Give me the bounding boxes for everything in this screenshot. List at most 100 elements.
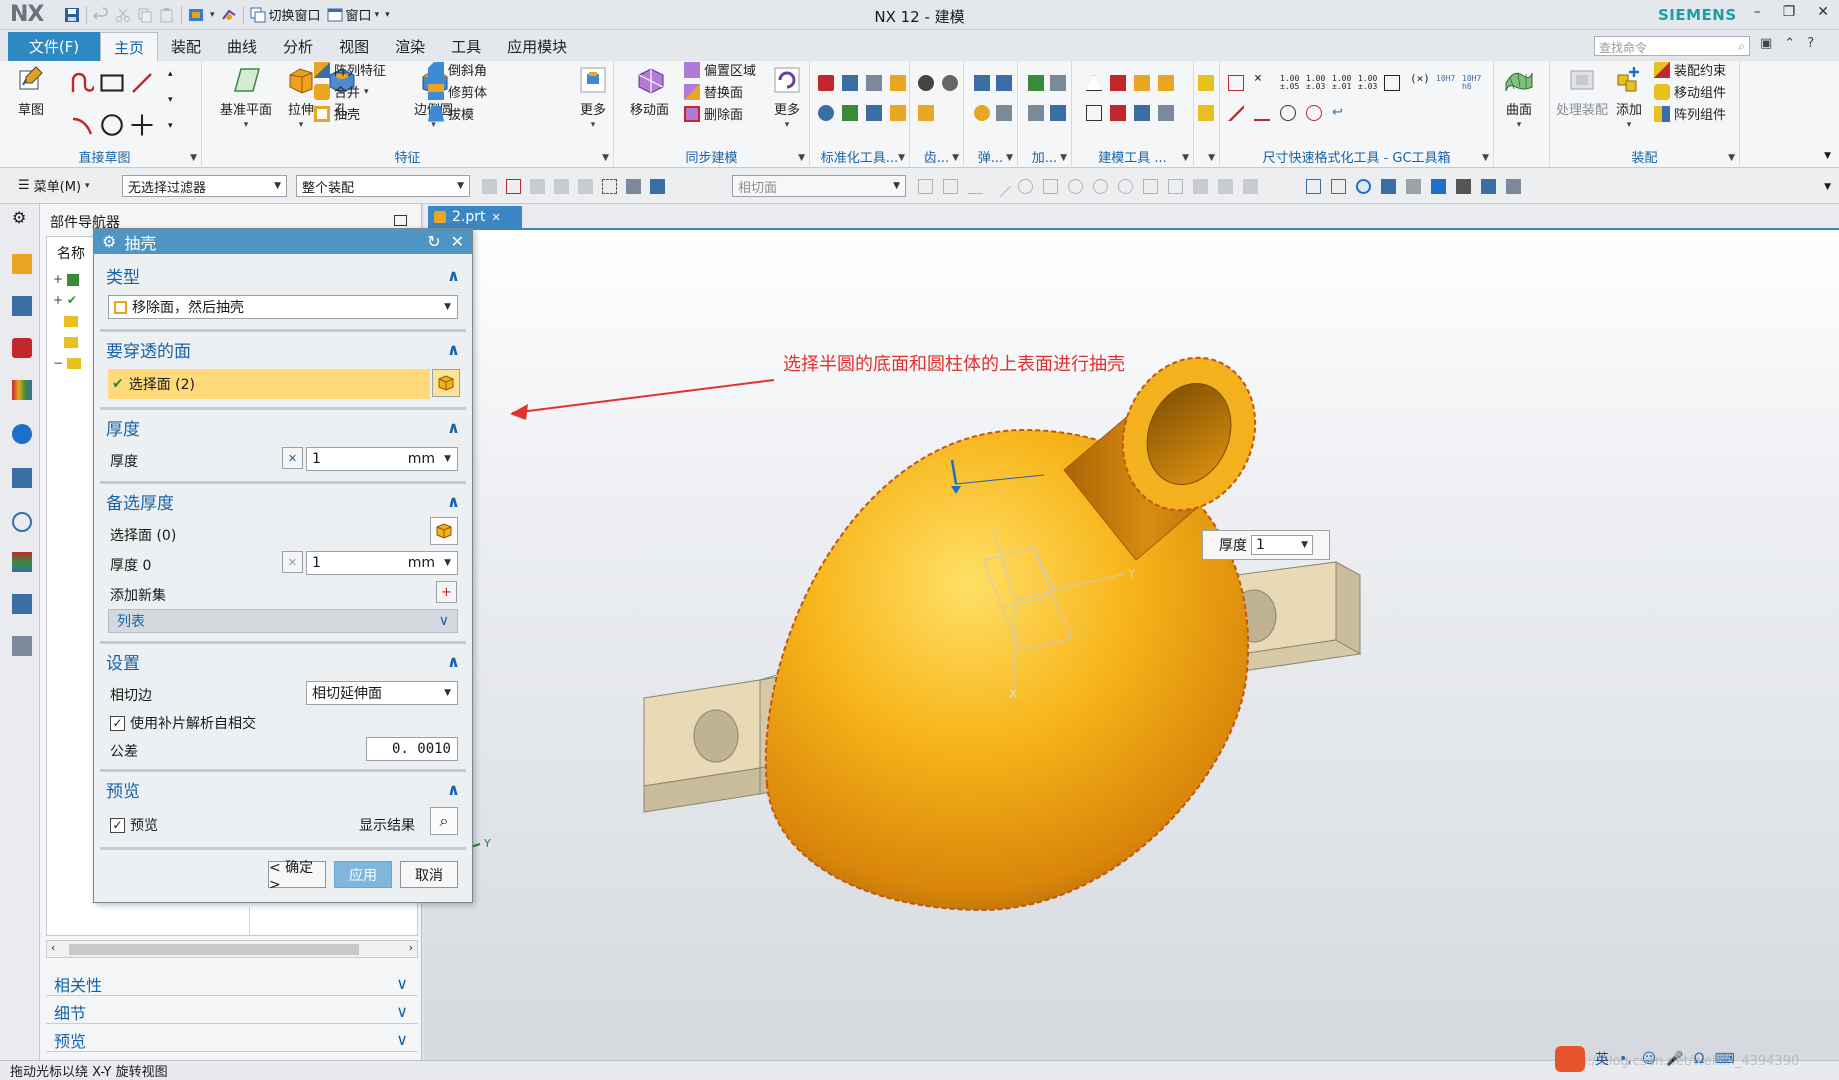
feature-more-button[interactable]: 更多 ▾ <box>578 65 608 130</box>
alt-thickness-input[interactable]: 1 mm ▼ <box>306 551 458 575</box>
cancel-button[interactable]: 取消 <box>400 861 458 888</box>
list-expander[interactable]: 列表 ∨ <box>108 609 458 633</box>
ribbon-overflow-icon[interactable]: ▼ <box>1824 151 1831 161</box>
std-tool-icon[interactable] <box>818 75 834 91</box>
unite-button[interactable]: 合并 ▾ <box>314 82 369 101</box>
ok-button[interactable]: < 确定 > <box>268 860 326 893</box>
tab-file[interactable]: 文件(F) <box>8 32 100 61</box>
filter-tool-icon[interactable] <box>482 179 497 194</box>
copy-icon[interactable] <box>137 7 153 23</box>
ime-voice-icon[interactable]: 🎤 <box>1666 1051 1683 1067</box>
model-tool-icon[interactable] <box>1134 75 1150 91</box>
select-body-icon[interactable] <box>626 179 641 194</box>
model-tool-icon[interactable] <box>1086 105 1102 121</box>
add-tool-icon[interactable] <box>1050 75 1066 91</box>
dim-tool-icon[interactable] <box>1228 105 1244 121</box>
history-icon[interactable] <box>12 512 32 532</box>
section-type[interactable]: 类型 ∧ <box>100 261 466 289</box>
window-menu-button[interactable]: 窗口 ▾ <box>327 5 379 24</box>
face-rule-select[interactable]: 相切面 ▼ <box>732 175 906 197</box>
roles-icon[interactable] <box>12 636 32 656</box>
close-icon[interactable]: ✕ <box>1817 4 1829 20</box>
tree-node[interactable] <box>53 332 81 353</box>
hd3d-tools-icon[interactable] <box>12 424 32 444</box>
tab-part-file[interactable]: 2.prt ✕ <box>428 206 522 228</box>
dim-tool-icon[interactable]: ↩ <box>1332 105 1348 121</box>
preview-panel[interactable]: 预览 ∨ <box>46 1028 418 1052</box>
dim-tool-icon[interactable] <box>1384 75 1400 91</box>
edit-section-icon[interactable] <box>1456 179 1471 194</box>
snap-tool-icon[interactable] <box>1218 179 1233 194</box>
model-viewport[interactable]: Y X Y Z X <box>424 230 1839 1060</box>
group-menu-icon[interactable]: ▼ <box>898 153 905 163</box>
snap-view-icon[interactable] <box>1506 179 1521 194</box>
main-menu-button[interactable]: ☰ 菜单(M) ▾ <box>18 176 90 195</box>
spring-tool-icon[interactable] <box>996 105 1012 121</box>
dim-tool-icon[interactable] <box>1254 105 1270 121</box>
onscreen-thickness-input[interactable]: 1 ▼ <box>1251 535 1313 555</box>
gallery-more-icon[interactable]: ▾ <box>168 121 173 131</box>
std-tool-icon[interactable] <box>842 105 858 121</box>
model-tool-icon[interactable] <box>1158 105 1174 121</box>
resource-bar-settings-icon[interactable]: ⚙ <box>12 208 32 228</box>
std-tool-icon[interactable] <box>818 105 834 121</box>
std-tool-icon[interactable] <box>890 75 906 91</box>
draft-button[interactable]: 拔模 <box>428 104 474 123</box>
scroll-right-icon[interactable]: › <box>409 941 413 954</box>
tolerance-input[interactable]: 0. 0010 <box>366 737 458 761</box>
group-menu-icon[interactable]: ▼ <box>798 153 805 163</box>
snap-tool-icon[interactable] <box>1068 179 1083 194</box>
select-face-icon[interactable] <box>650 179 665 194</box>
shell-button[interactable]: 抽壳 <box>314 104 360 123</box>
tab-home[interactable]: 主页 <box>100 32 159 61</box>
tab-assembly[interactable]: 装配 <box>158 32 214 61</box>
pattern-component-button[interactable]: 阵列组件 <box>1654 104 1726 123</box>
tangent-edges-select[interactable]: 相切延伸面 ▼ <box>306 681 458 705</box>
dim-tool-icon[interactable] <box>1280 105 1296 121</box>
ime-language[interactable]: 英 <box>1595 1049 1609 1069</box>
maximize-navigator-icon[interactable] <box>394 215 407 226</box>
std-tool-icon[interactable] <box>842 75 858 91</box>
tree-node[interactable] <box>53 311 81 332</box>
move-component-button[interactable]: 移动组件 <box>1654 82 1726 101</box>
dim-tool-icon[interactable]: 1.00 ±.01 <box>1332 75 1351 91</box>
part-navigator-icon[interactable] <box>12 338 32 358</box>
gear-tool-icon[interactable] <box>942 75 958 91</box>
dim-tool-icon[interactable]: 10H7 h6 <box>1462 75 1481 91</box>
datum-plane-button[interactable]: 基准平面 ▾ <box>220 65 272 130</box>
scroll-left-icon[interactable]: ‹ <box>51 941 55 954</box>
process-assembly-button[interactable]: 处理装配 <box>1550 65 1614 118</box>
group-menu-icon[interactable]: ▼ <box>952 153 959 163</box>
misc-tool-icon[interactable] <box>1198 75 1214 91</box>
group-menu-icon[interactable]: ▼ <box>602 153 609 163</box>
filter-tool-icon[interactable] <box>578 179 593 194</box>
snap-tool-icon[interactable] <box>1018 179 1033 194</box>
formula-icon[interactable]: ✕ <box>282 447 303 469</box>
zoom-icon[interactable] <box>1331 179 1346 194</box>
spring-tool-icon[interactable] <box>974 105 990 121</box>
group-menu-icon[interactable]: ▼ <box>1208 153 1215 163</box>
line-icon[interactable] <box>130 71 154 95</box>
select-feature-icon[interactable] <box>506 179 521 194</box>
close-tab-icon[interactable]: ✕ <box>492 211 501 224</box>
select-face-row[interactable]: ✔ 选择面 (2) <box>108 369 430 399</box>
fit-view-icon[interactable] <box>1306 179 1321 194</box>
switch-window-button[interactable]: 切换窗口 <box>250 5 321 24</box>
patch-self-intersect-checkbox[interactable]: ✓ 使用补片解析自相交 <box>110 713 256 733</box>
snap-tool-icon[interactable] <box>1193 179 1208 194</box>
offset-region-button[interactable]: 偏置区域 <box>684 60 756 79</box>
restore-icon[interactable]: ❐ <box>1783 4 1796 20</box>
cut-icon[interactable] <box>115 7 131 23</box>
sketch-button[interactable]: 草图 <box>16 65 46 118</box>
snap-tool-icon[interactable] <box>1118 179 1133 194</box>
snap-tool-icon[interactable] <box>1043 179 1058 194</box>
section-faces-to-pierce[interactable]: 要穿透的面 ∧ <box>100 335 466 363</box>
model-tool-icon[interactable] <box>1110 105 1126 121</box>
model-tool-icon[interactable] <box>1110 75 1126 91</box>
dialog-titlebar[interactable]: ⚙ 抽壳 ↻ ✕ <box>94 229 472 254</box>
tree-node[interactable]: + <box>53 269 81 290</box>
select-face-button[interactable] <box>432 369 460 397</box>
snap-tool-icon[interactable] <box>918 179 933 194</box>
sync-more-button[interactable]: 更多 ▾ <box>772 65 802 130</box>
group-menu-icon[interactable]: ▼ <box>1728 153 1735 163</box>
